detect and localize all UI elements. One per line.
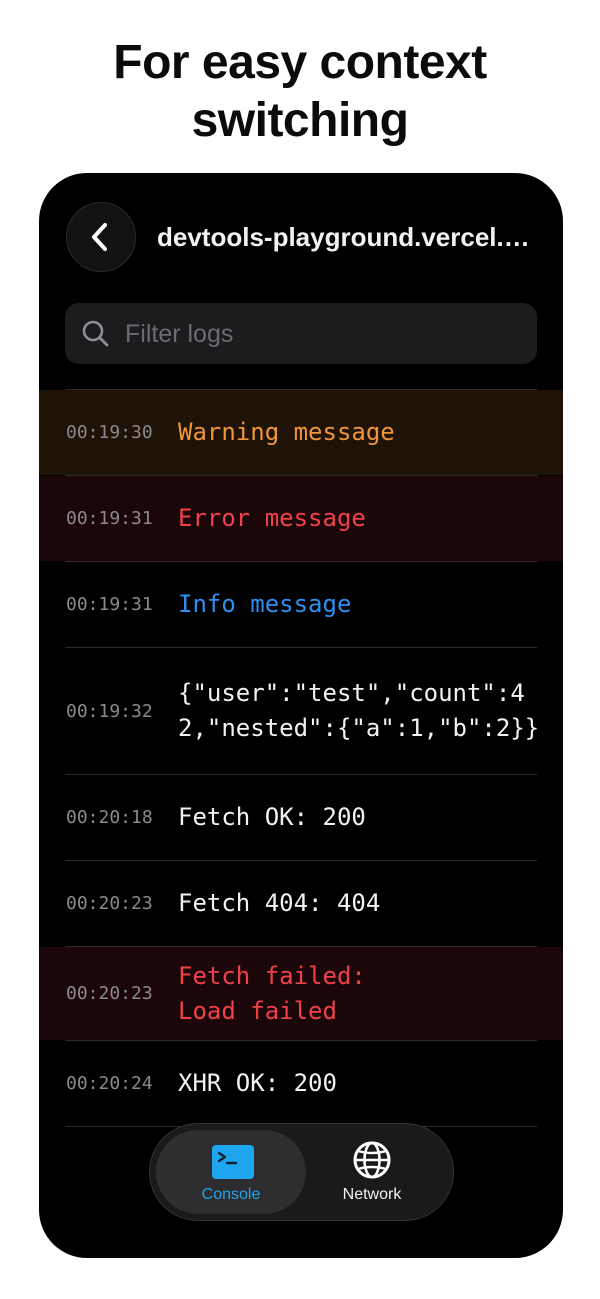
log-timestamp: 00:19:32 bbox=[66, 700, 153, 722]
filter-logs-field[interactable] bbox=[65, 303, 537, 366]
log-timestamp: 00:20:23 bbox=[66, 983, 153, 1004]
tab-console[interactable]: Console bbox=[156, 1130, 306, 1214]
log-timestamp: 00:19:30 bbox=[66, 422, 153, 443]
log-timestamp: 00:20:23 bbox=[66, 893, 153, 914]
log-message: Fetch 404: 404 bbox=[178, 889, 381, 917]
log-row[interactable]: 00:20:23 Fetch 404: 404 bbox=[39, 861, 563, 946]
search-icon bbox=[82, 320, 109, 347]
tab-console-label: Console bbox=[201, 1186, 261, 1203]
page-title: devtools-playground.vercel.app bbox=[157, 222, 537, 252]
phone-screen: devtools-playground.vercel.app 00:19:30 … bbox=[39, 173, 563, 1258]
log-row[interactable]: 00:20:23 Fetch failed: Load failed bbox=[39, 947, 563, 1040]
log-message: Warning message bbox=[178, 418, 395, 446]
tab-bar: Console Network bbox=[149, 1123, 454, 1221]
chevron-left-icon bbox=[92, 223, 107, 251]
log-message: Fetch OK: 200 bbox=[178, 803, 366, 831]
filter-logs-input[interactable] bbox=[123, 303, 527, 366]
log-message: XHR OK: 200 bbox=[178, 1069, 337, 1097]
log-timestamp: 00:20:24 bbox=[66, 1073, 153, 1094]
tab-network[interactable]: Network bbox=[297, 1130, 447, 1214]
log-row[interactable]: 00:19:31 Error message bbox=[39, 476, 563, 561]
log-row[interactable]: 00:19:31 Info message bbox=[39, 562, 563, 647]
log-timestamp: 00:19:31 bbox=[66, 508, 153, 529]
back-button[interactable] bbox=[66, 202, 136, 272]
log-message: Info message bbox=[178, 590, 352, 618]
log-row[interactable]: 00:20:24 XHR OK: 200 bbox=[39, 1041, 563, 1126]
log-message: {"user":"test","count":42,"nested":{"a":… bbox=[178, 679, 540, 742]
log-message: Fetch failed: Load failed bbox=[178, 961, 366, 1025]
log-row[interactable]: 00:19:30 Warning message bbox=[39, 390, 563, 475]
log-timestamp: 00:19:31 bbox=[66, 594, 153, 615]
log-timestamp: 00:20:18 bbox=[66, 807, 153, 828]
headline: For easy context switching bbox=[0, 34, 600, 150]
headline-line-1: For easy context bbox=[113, 36, 487, 89]
headline-line-2: switching bbox=[191, 94, 409, 147]
globe-icon bbox=[353, 1141, 391, 1179]
log-message: Error message bbox=[178, 504, 366, 532]
terminal-icon bbox=[212, 1145, 254, 1179]
log-row[interactable]: 00:20:18 Fetch OK: 200 bbox=[39, 775, 563, 860]
tab-network-label: Network bbox=[342, 1186, 402, 1203]
log-row[interactable]: 00:19:32 {"user":"test","count":42,"nest… bbox=[39, 648, 563, 774]
log-list: 00:19:30 Warning message 00:19:31 Error … bbox=[39, 389, 563, 1127]
